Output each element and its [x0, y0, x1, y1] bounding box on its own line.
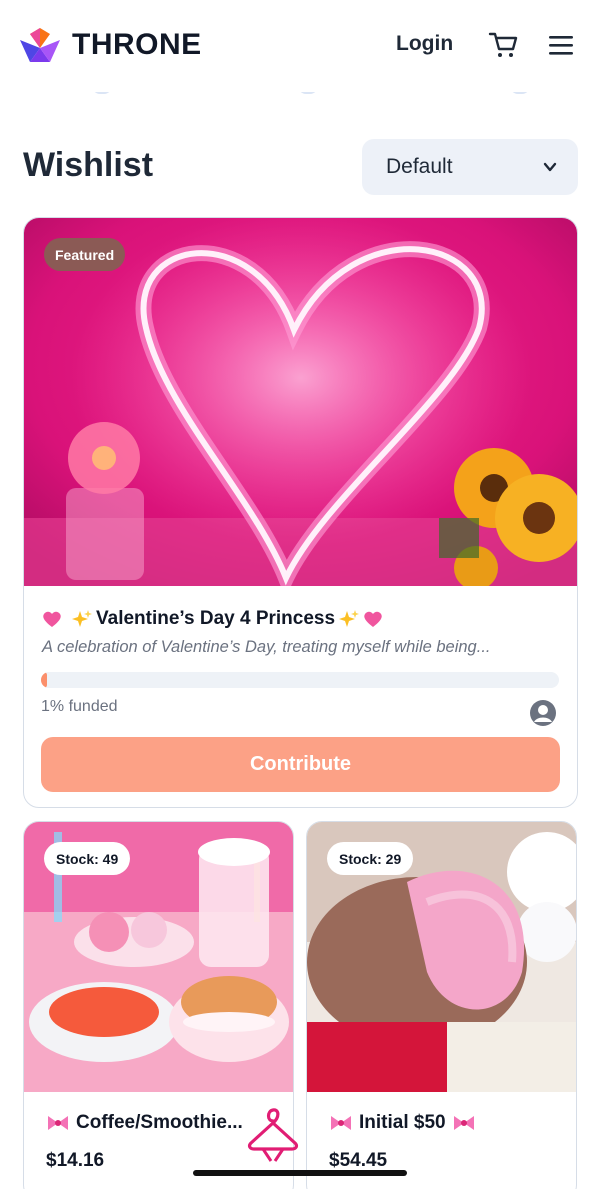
product-card[interactable]: Stock: 29 Initial $50 $54.45 [306, 821, 577, 1189]
sparkling-heart-icon [364, 611, 382, 627]
featured-title-text: Valentine’s Day 4 Princess [96, 608, 336, 629]
page-title: Wishlist [23, 146, 154, 184]
stock-badge: Stock: 49 [44, 842, 131, 875]
funding-progress-bar [41, 672, 559, 688]
sparkles-icon [72, 610, 92, 627]
product-title-text: Initial $50 [359, 1112, 446, 1133]
ribbon-icon [453, 1116, 474, 1130]
product-title: Coffee/Smoothie... [46, 1112, 243, 1134]
home-indicator[interactable] [193, 1170, 407, 1176]
product-title: Initial $50 [329, 1112, 476, 1134]
sparkling-heart-icon [43, 611, 61, 627]
featured-image [24, 218, 577, 586]
sparkles-icon [339, 610, 360, 627]
cart-icon[interactable] [488, 30, 518, 60]
featured-badge: Featured [44, 238, 126, 271]
funded-label: 1% funded [41, 698, 118, 715]
top-header: THRONE Login [0, 0, 600, 92]
ribbon-icon [331, 1116, 351, 1130]
stock-badge: Stock: 29 [327, 842, 414, 875]
chevron-down-icon [543, 162, 557, 172]
ribbon-icon [48, 1116, 68, 1130]
product-title-text: Coffee/Smoothie... [76, 1112, 243, 1133]
featured-title: Valentine’s Day 4 Princess [42, 608, 389, 630]
featured-wishlist-card[interactable]: Featured Valentine’s Day 4 Princess A ce… [23, 217, 578, 808]
menu-icon[interactable] [548, 34, 574, 56]
login-button[interactable]: Login [396, 32, 453, 56]
brand-name: THRONE [72, 28, 202, 61]
product-price: $14.16 [46, 1150, 105, 1171]
hanger-icon[interactable] [245, 1105, 301, 1163]
sort-select[interactable]: Default [362, 139, 578, 195]
throne-logo-icon [20, 28, 60, 62]
brand[interactable]: THRONE [18, 26, 202, 64]
featured-description: A celebration of Valentine’s Day, treati… [42, 638, 491, 656]
sort-selected-value: Default [386, 155, 453, 178]
user-avatar-icon[interactable] [529, 699, 557, 727]
funding-progress-fill [41, 672, 47, 688]
contribute-button[interactable]: Contribute [41, 737, 560, 792]
product-price: $54.45 [329, 1150, 388, 1171]
